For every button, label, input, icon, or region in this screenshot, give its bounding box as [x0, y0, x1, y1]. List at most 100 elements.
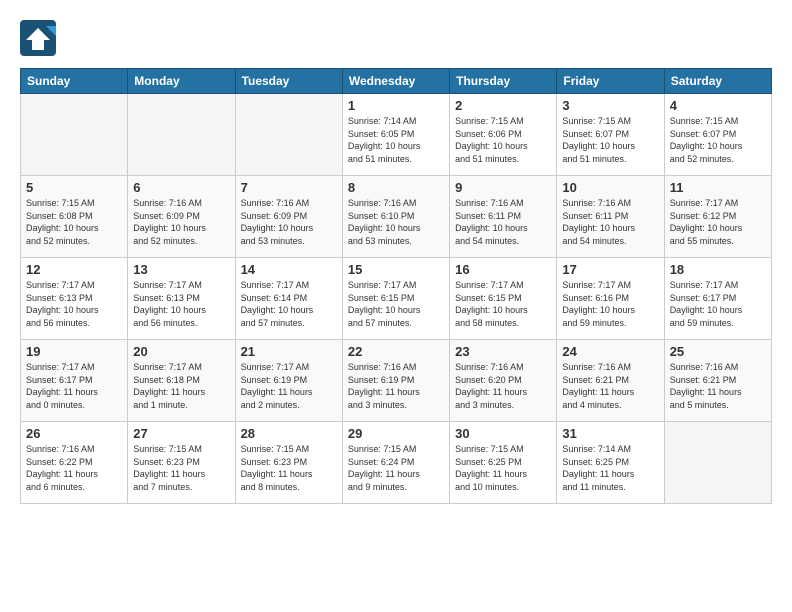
day-cell: 31 Sunrise: 7:14 AM Sunset: 6:25 PM Dayli… [557, 422, 664, 504]
day-info: Sunrise: 7:15 AM Sunset: 6:08 PM Dayligh… [26, 197, 122, 247]
week-row-1: 1 Sunrise: 7:14 AM Sunset: 6:05 PM Daylig… [21, 94, 772, 176]
weekday-monday: Monday [128, 69, 235, 94]
day-number: 28 [241, 426, 337, 441]
header [20, 20, 772, 56]
day-info: Sunrise: 7:14 AM Sunset: 6:25 PM Dayligh… [562, 443, 658, 493]
day-info: Sunrise: 7:17 AM Sunset: 6:18 PM Dayligh… [133, 361, 229, 411]
day-cell: 13 Sunrise: 7:17 AM Sunset: 6:13 PM Dayli… [128, 258, 235, 340]
day-info: Sunrise: 7:17 AM Sunset: 6:19 PM Dayligh… [241, 361, 337, 411]
day-cell: 23 Sunrise: 7:16 AM Sunset: 6:20 PM Dayli… [450, 340, 557, 422]
day-info: Sunrise: 7:15 AM Sunset: 6:24 PM Dayligh… [348, 443, 444, 493]
day-cell [21, 94, 128, 176]
day-info: Sunrise: 7:16 AM Sunset: 6:11 PM Dayligh… [562, 197, 658, 247]
day-number: 13 [133, 262, 229, 277]
day-cell: 30 Sunrise: 7:15 AM Sunset: 6:25 PM Dayli… [450, 422, 557, 504]
day-number: 11 [670, 180, 766, 195]
day-cell: 10 Sunrise: 7:16 AM Sunset: 6:11 PM Dayli… [557, 176, 664, 258]
day-number: 23 [455, 344, 551, 359]
day-info: Sunrise: 7:16 AM Sunset: 6:10 PM Dayligh… [348, 197, 444, 247]
day-number: 16 [455, 262, 551, 277]
day-cell: 28 Sunrise: 7:15 AM Sunset: 6:23 PM Dayli… [235, 422, 342, 504]
day-info: Sunrise: 7:15 AM Sunset: 6:23 PM Dayligh… [241, 443, 337, 493]
day-number: 7 [241, 180, 337, 195]
day-info: Sunrise: 7:15 AM Sunset: 6:23 PM Dayligh… [133, 443, 229, 493]
day-info: Sunrise: 7:17 AM Sunset: 6:15 PM Dayligh… [348, 279, 444, 329]
day-number: 22 [348, 344, 444, 359]
week-row-4: 19 Sunrise: 7:17 AM Sunset: 6:17 PM Dayli… [21, 340, 772, 422]
day-info: Sunrise: 7:17 AM Sunset: 6:15 PM Dayligh… [455, 279, 551, 329]
day-cell: 8Sunrise: 7:16 AM Sunset: 6:10 PM Daylig… [342, 176, 449, 258]
weekday-header-row: SundayMondayTuesdayWednesdayThursdayFrid… [21, 69, 772, 94]
day-number: 5 [26, 180, 122, 195]
day-cell: 2 Sunrise: 7:15 AM Sunset: 6:06 PM Daylig… [450, 94, 557, 176]
day-info: Sunrise: 7:17 AM Sunset: 6:14 PM Dayligh… [241, 279, 337, 329]
day-number: 3 [562, 98, 658, 113]
day-info: Sunrise: 7:16 AM Sunset: 6:19 PM Dayligh… [348, 361, 444, 411]
day-number: 31 [562, 426, 658, 441]
day-number: 29 [348, 426, 444, 441]
weekday-thursday: Thursday [450, 69, 557, 94]
day-cell: 25 Sunrise: 7:16 AM Sunset: 6:21 PM Dayli… [664, 340, 771, 422]
day-info: Sunrise: 7:17 AM Sunset: 6:13 PM Dayligh… [133, 279, 229, 329]
day-number: 27 [133, 426, 229, 441]
day-info: Sunrise: 7:16 AM Sunset: 6:20 PM Dayligh… [455, 361, 551, 411]
day-cell: 14 Sunrise: 7:17 AM Sunset: 6:14 PM Dayli… [235, 258, 342, 340]
day-cell: 18Sunrise: 7:17 AM Sunset: 6:17 PM Dayli… [664, 258, 771, 340]
day-cell [235, 94, 342, 176]
day-cell: 12 Sunrise: 7:17 AM Sunset: 6:13 PM Dayli… [21, 258, 128, 340]
day-cell: 7Sunrise: 7:16 AM Sunset: 6:09 PM Daylig… [235, 176, 342, 258]
weekday-wednesday: Wednesday [342, 69, 449, 94]
day-number: 19 [26, 344, 122, 359]
day-number: 9 [455, 180, 551, 195]
day-number: 20 [133, 344, 229, 359]
day-number: 4 [670, 98, 766, 113]
day-number: 21 [241, 344, 337, 359]
day-number: 25 [670, 344, 766, 359]
day-info: Sunrise: 7:15 AM Sunset: 6:07 PM Dayligh… [562, 115, 658, 165]
day-number: 17 [562, 262, 658, 277]
weekday-saturday: Saturday [664, 69, 771, 94]
day-cell: 9 Sunrise: 7:16 AM Sunset: 6:11 PM Daylig… [450, 176, 557, 258]
day-number: 10 [562, 180, 658, 195]
day-number: 2 [455, 98, 551, 113]
page: SundayMondayTuesdayWednesdayThursdayFrid… [0, 0, 792, 612]
day-cell: 24Sunrise: 7:16 AM Sunset: 6:21 PM Dayli… [557, 340, 664, 422]
day-info: Sunrise: 7:17 AM Sunset: 6:17 PM Dayligh… [26, 361, 122, 411]
day-number: 12 [26, 262, 122, 277]
day-cell: 5 Sunrise: 7:15 AM Sunset: 6:08 PM Daylig… [21, 176, 128, 258]
day-info: Sunrise: 7:16 AM Sunset: 6:22 PM Dayligh… [26, 443, 122, 493]
logo-icon [20, 20, 56, 56]
day-cell: 26 Sunrise: 7:16 AM Sunset: 6:22 PM Dayli… [21, 422, 128, 504]
day-info: Sunrise: 7:15 AM Sunset: 6:25 PM Dayligh… [455, 443, 551, 493]
day-cell: 11 Sunrise: 7:17 AM Sunset: 6:12 PM Dayli… [664, 176, 771, 258]
day-info: Sunrise: 7:16 AM Sunset: 6:09 PM Dayligh… [133, 197, 229, 247]
day-cell: 20 Sunrise: 7:17 AM Sunset: 6:18 PM Dayli… [128, 340, 235, 422]
day-cell: 29 Sunrise: 7:15 AM Sunset: 6:24 PM Dayli… [342, 422, 449, 504]
day-info: Sunrise: 7:15 AM Sunset: 6:07 PM Dayligh… [670, 115, 766, 165]
day-number: 1 [348, 98, 444, 113]
day-number: 26 [26, 426, 122, 441]
day-info: Sunrise: 7:17 AM Sunset: 6:12 PM Dayligh… [670, 197, 766, 247]
day-cell: 15Sunrise: 7:17 AM Sunset: 6:15 PM Dayli… [342, 258, 449, 340]
day-info: Sunrise: 7:17 AM Sunset: 6:17 PM Dayligh… [670, 279, 766, 329]
day-info: Sunrise: 7:15 AM Sunset: 6:06 PM Dayligh… [455, 115, 551, 165]
week-row-3: 12 Sunrise: 7:17 AM Sunset: 6:13 PM Dayli… [21, 258, 772, 340]
day-number: 30 [455, 426, 551, 441]
day-number: 14 [241, 262, 337, 277]
weekday-tuesday: Tuesday [235, 69, 342, 94]
day-cell: 16 Sunrise: 7:17 AM Sunset: 6:15 PM Dayli… [450, 258, 557, 340]
day-info: Sunrise: 7:17 AM Sunset: 6:13 PM Dayligh… [26, 279, 122, 329]
day-cell [128, 94, 235, 176]
day-cell: 19 Sunrise: 7:17 AM Sunset: 6:17 PM Dayli… [21, 340, 128, 422]
day-cell: 21 Sunrise: 7:17 AM Sunset: 6:19 PM Dayli… [235, 340, 342, 422]
day-cell: 22 Sunrise: 7:16 AM Sunset: 6:19 PM Dayli… [342, 340, 449, 422]
day-info: Sunrise: 7:16 AM Sunset: 6:21 PM Dayligh… [562, 361, 658, 411]
day-number: 6 [133, 180, 229, 195]
day-cell: 4 Sunrise: 7:15 AM Sunset: 6:07 PM Daylig… [664, 94, 771, 176]
weekday-friday: Friday [557, 69, 664, 94]
week-row-2: 5 Sunrise: 7:15 AM Sunset: 6:08 PM Daylig… [21, 176, 772, 258]
day-info: Sunrise: 7:16 AM Sunset: 6:11 PM Dayligh… [455, 197, 551, 247]
day-info: Sunrise: 7:16 AM Sunset: 6:21 PM Dayligh… [670, 361, 766, 411]
week-row-5: 26 Sunrise: 7:16 AM Sunset: 6:22 PM Dayli… [21, 422, 772, 504]
day-info: Sunrise: 7:14 AM Sunset: 6:05 PM Dayligh… [348, 115, 444, 165]
